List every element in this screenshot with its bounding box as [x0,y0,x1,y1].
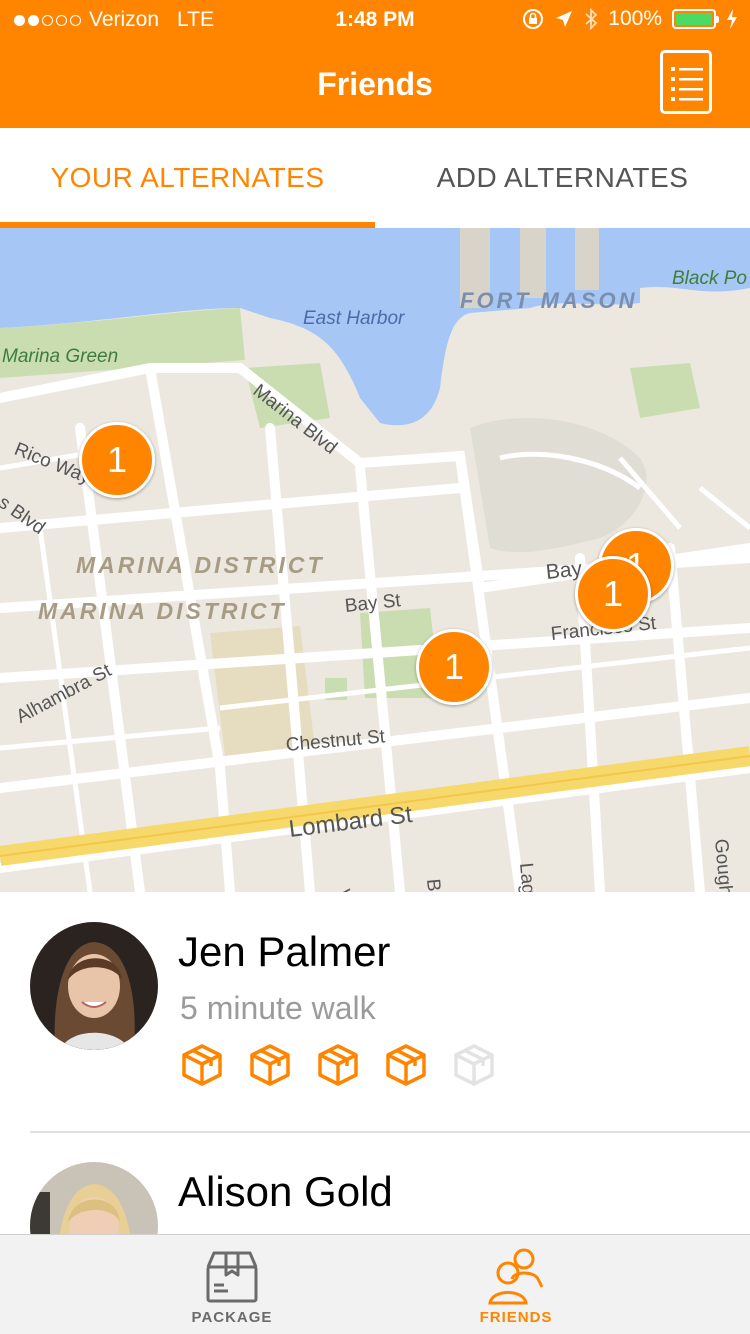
map-label-black-point: Black Po [672,268,747,289]
friend-name: Alison Gold [178,1168,393,1215]
tab-add-alternates[interactable]: ADD ALTERNATES [375,128,750,228]
segmented-tabs: YOUR ALTERNATES ADD ALTERNATES [0,128,750,228]
package-icon [318,1044,358,1086]
tab-package[interactable]: PACKAGE [152,1235,312,1334]
status-bar: Verizon LTE 1:48 PM 100% [0,0,750,40]
charging-bolt-icon [727,9,737,29]
tab-friends[interactable]: FRIENDS [436,1235,596,1334]
map-label-marina-district-1: MARINA DISTRICT [76,552,325,578]
avatar [30,922,158,1050]
map-label-bu-fragment: Bu [422,878,445,892]
page-title: Friends [317,66,433,102]
package-count [180,1042,496,1086]
package-box-icon [206,1251,258,1303]
friend-name: Jen Palmer [178,928,391,975]
friend-distance: 5 minute walk [180,990,376,1026]
battery-percent: 100% [608,7,662,30]
map-pin[interactable]: 1 [79,422,155,498]
package-icon [182,1044,222,1086]
friends-list: Jen Palmer 5 minute walk Alison Gold [0,892,750,1234]
map-label-east-harbor: East Harbor [303,308,405,329]
bottom-tab-bar: PACKAGE FRIENDS [0,1234,750,1334]
tab-package-label: PACKAGE [191,1309,273,1326]
list-view-button[interactable] [660,50,712,114]
avatar [30,1162,158,1234]
bluetooth-icon [585,8,598,30]
list-item[interactable]: Jen Palmer 5 minute walk [0,892,750,1133]
map-label-marina-district-2: MARINA DISTRICT [38,598,287,624]
tab-friends-label: FRIENDS [479,1309,553,1326]
map-pin[interactable]: 1 [416,629,492,705]
list-icon [671,67,703,101]
tab-your-alternates[interactable]: YOUR ALTERNATES [0,128,375,228]
rotation-lock-icon [523,9,544,29]
friends-icon [488,1248,544,1305]
map-pin[interactable]: 1 [575,556,651,632]
location-arrow-icon [556,11,573,27]
header: Verizon LTE 1:48 PM 100% Friends [0,0,750,128]
map-view[interactable]: East Harbor FORT MASON Black Po Marina G… [0,228,750,892]
map-label-fort-mason: FORT MASON [460,288,638,313]
package-icon [386,1044,426,1086]
package-icon [250,1044,290,1086]
battery-icon [672,9,719,29]
map-label-marina-green: Marina Green [2,346,119,367]
map-label-laguna-fragment: Lagu [515,862,540,892]
package-empty-icon [454,1044,494,1086]
list-item[interactable]: Alison Gold [0,1132,750,1234]
